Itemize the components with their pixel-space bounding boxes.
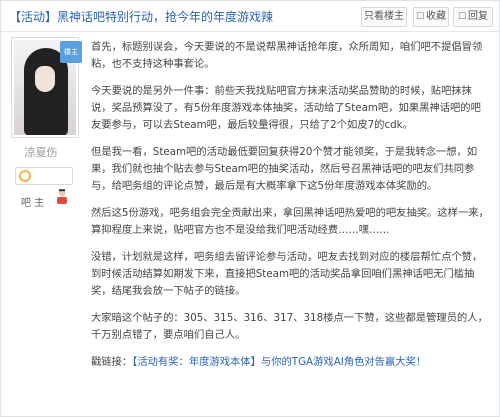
- only-author-button[interactable]: 只看楼主: [361, 7, 407, 27]
- post-frame: 【活动】黑神话吧特别行动，抢今年的年度游戏辣 只看楼主 ☐ 收藏 ☐ 回复 楼主 凉…: [0, 0, 500, 417]
- reply-icon: ☐: [457, 12, 467, 22]
- favorite-button[interactable]: ☐ 收藏: [413, 7, 449, 27]
- post-paragraph: 大家暗这个帖子的：305、315、316、317、318楼点一下赞，这些都是管理…: [91, 312, 488, 341]
- topic-link[interactable]: 【活动有奖：年度游戏本体】与你的TGA游戏AI角色对告赢大奖！: [132, 356, 426, 368]
- author-panel: 楼主 凉夏伤 ⬤ 吧 主: [1, 32, 82, 416]
- bar-owner-icon: [57, 189, 67, 204]
- face-graphic: [35, 66, 55, 92]
- post-body: 首先，标题别误会，今天要说的不是说帮黑神话抢年度，众所周知，咱们吧不提倡冒领粘，…: [91, 39, 491, 381]
- post-header: 【活动】黑神话吧特别行动，抢今年的年度游戏辣 只看楼主 ☐ 收藏 ☐ 回复: [1, 1, 499, 32]
- author-badge: 楼主: [60, 41, 82, 63]
- post-paragraph: 但是我一看，Steam吧的活动最低要回复获得20个赞才能领奖，于是我转念一想，如…: [91, 146, 478, 192]
- reply-button[interactable]: ☐ 回复: [453, 7, 493, 27]
- author-role: 吧 主: [21, 198, 45, 209]
- reply-label: 回复: [468, 11, 489, 22]
- author-level-badge: ⬤: [15, 167, 73, 185]
- avatar[interactable]: 楼主: [11, 37, 82, 138]
- post-paragraph: 没错，计划就是这样，吧务组去留评论参与活动，吧友去找到对应的楼层帮忙点个赞，到时…: [91, 251, 483, 297]
- post-paragraph: 今天要说的是另外一件事：前些天我找贴吧官方抹来活动奖品赞助的时候，贴吧抹抹说，奖…: [91, 85, 481, 131]
- post-title: 【活动】黑神话吧特别行动，抢今年的年度游戏辣: [9, 10, 274, 24]
- star-icon: ☐: [415, 12, 425, 22]
- post-paragraph: 然后这5份游戏，吧务组会完全贡献出来，拿回黑神话吧热爱吧的吧友抽奖。这样一来，算…: [91, 207, 489, 236]
- favorite-label: 收藏: [426, 11, 447, 22]
- link-prefix: 戳链接：: [91, 356, 133, 368]
- author-name[interactable]: 凉夏伤: [1, 144, 81, 160]
- post-link-line: 戳链接：【活动有奖：年度游戏本体】与你的TGA游戏AI角色对告赢大奖！: [91, 354, 491, 371]
- only-author-label: 只看楼主: [364, 11, 404, 22]
- level-icon: ⬤: [19, 170, 31, 182]
- post-paragraph: 首先，标题别误会，今天要说的不是说帮黑神话抢年度，众所周知，咱们吧不提倡冒领粘，…: [91, 41, 483, 70]
